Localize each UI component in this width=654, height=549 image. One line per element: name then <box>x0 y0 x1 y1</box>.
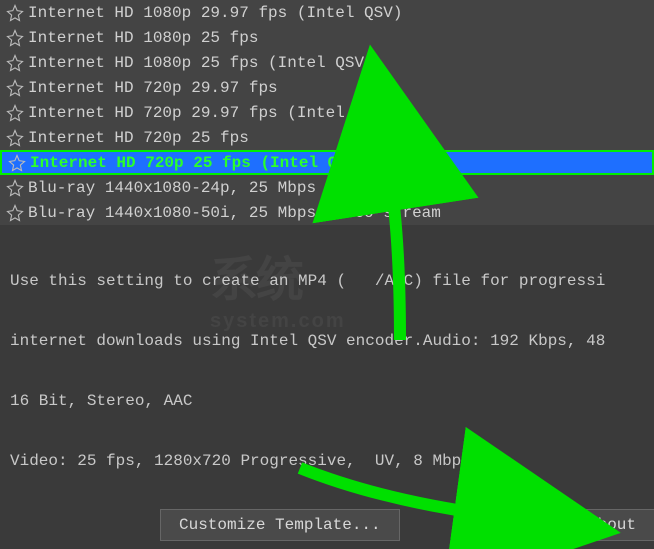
preset-item[interactable]: Internet HD 720p 29.97 fps <box>0 75 654 100</box>
preset-list: Internet HD 1080p 29.97 fps (Intel QSV) I… <box>0 0 654 225</box>
preset-item[interactable]: Internet HD 720p 25 fps <box>0 125 654 150</box>
template-button-row: Customize Template... About <box>0 501 654 549</box>
preset-description: Use this setting to create an MP4 ( /AAC… <box>0 225 654 501</box>
preset-label: Blu-ray 1440x1080-24p, 25 Mbps video str… <box>28 179 441 197</box>
desc-line: internet downloads using Intel QSV encod… <box>10 331 644 351</box>
desc-line: Use this setting to create an MP4 ( /AAC… <box>10 271 644 291</box>
customize-template-button[interactable]: Customize Template... <box>160 509 400 541</box>
preset-item[interactable]: Internet HD 720p 29.97 fps (Intel QSV) <box>0 100 654 125</box>
preset-label: Internet HD 1080p 25 fps (Intel QSV) <box>28 54 374 72</box>
favorite-star-icon[interactable] <box>6 204 24 222</box>
favorite-star-icon[interactable] <box>6 79 24 97</box>
favorite-star-icon[interactable] <box>6 179 24 197</box>
preset-item[interactable]: Internet HD 1080p 25 fps (Intel QSV) <box>0 50 654 75</box>
preset-label: Internet HD 720p 29.97 fps (Intel QSV) <box>28 104 393 122</box>
favorite-star-icon[interactable] <box>6 129 24 147</box>
preset-label: Internet HD 720p 25 fps <box>28 129 249 147</box>
preset-label: Blu-ray 1440x1080-50i, 25 Mbps video str… <box>28 204 441 222</box>
favorite-star-icon[interactable] <box>6 54 24 72</box>
preset-item[interactable]: Internet HD 1080p 25 fps <box>0 25 654 50</box>
preset-item[interactable]: Internet HD 720p 25 fps (Intel QSV) <box>0 150 654 175</box>
preset-item[interactable]: Internet HD 1080p 29.97 fps (Intel QSV) <box>0 0 654 25</box>
desc-line: Video: 25 fps, 1280x720 Progressive, UV,… <box>10 451 644 471</box>
preset-label: Internet HD 720p 29.97 fps <box>28 79 278 97</box>
favorite-star-icon[interactable] <box>6 4 24 22</box>
desc-line: 16 Bit, Stereo, AAC <box>10 391 644 411</box>
favorite-star-icon[interactable] <box>8 154 26 172</box>
preset-label: Internet HD 1080p 25 fps <box>28 29 258 47</box>
preset-item[interactable]: Blu-ray 1440x1080-50i, 25 Mbps video str… <box>0 200 654 225</box>
preset-label: Internet HD 1080p 29.97 fps (Intel QSV) <box>28 4 402 22</box>
preset-label: Internet HD 720p 25 fps (Intel QSV) <box>30 154 366 172</box>
preset-item[interactable]: Blu-ray 1440x1080-24p, 25 Mbps video str… <box>0 175 654 200</box>
about-button[interactable]: About <box>569 509 654 541</box>
favorite-star-icon[interactable] <box>6 29 24 47</box>
favorite-star-icon[interactable] <box>6 104 24 122</box>
